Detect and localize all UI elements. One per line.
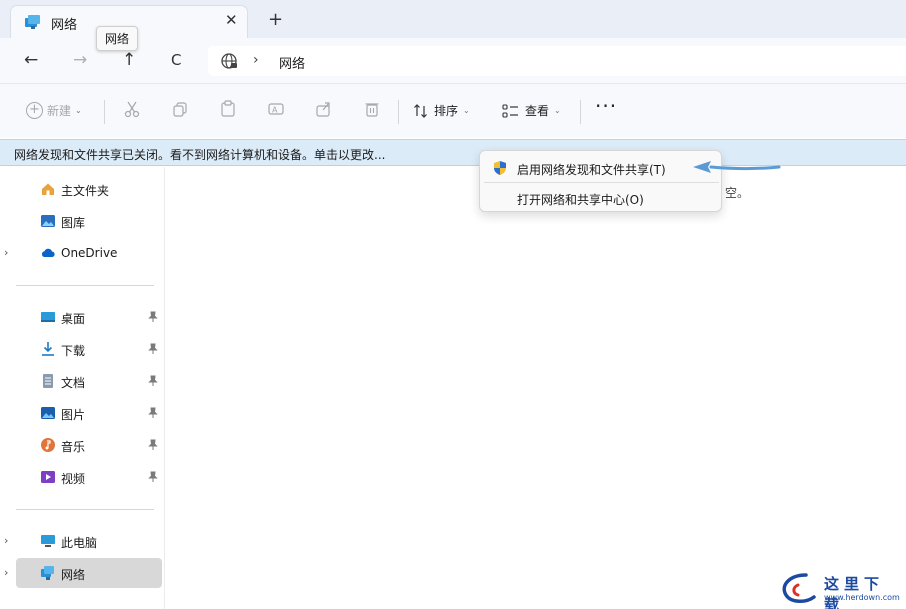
sidebar-item-label: 主文件夹 [61,184,110,198]
menu-divider [484,182,719,183]
menu-item-label: 启用网络发现和文件共享(T) [517,163,666,177]
sidebar-item-onedrive[interactable]: › OneDrive [4,238,162,268]
sidebar-item-gallery[interactable]: 图库 [16,206,162,236]
video-icon [41,471,55,483]
plus-icon: + [26,102,43,119]
pin-icon[interactable] [148,375,158,387]
shield-icon [494,161,506,175]
sidebar-item-videos[interactable]: 视频 [16,462,162,492]
empty-folder-text: 空。 [725,186,750,200]
new-tab-button[interactable]: + [268,9,283,30]
chevron-right-icon[interactable]: › [4,534,8,547]
infobar-message: 网络发现和文件共享已关闭。看不到网络计算机和设备。单击以更改... [14,148,386,162]
sidebar-item-label: 网络 [61,568,86,582]
tab-tooltip: 网络 [96,26,139,51]
menu-item-enable-network-discovery[interactable]: 启用网络发现和文件共享(T) [484,155,719,181]
sidebar-item-label: 此电脑 [61,536,98,550]
watermark-logo: 这里下载 www.herdown.com [776,571,902,609]
view-button[interactable]: 查看 ⌄ [502,102,561,119]
sort-icon [414,103,427,118]
cloud-icon [41,248,55,257]
view-icon [502,103,518,118]
sidebar-item-pictures[interactable]: 图片 [16,398,162,428]
sidebar-item-home[interactable]: 主文件夹 [16,174,162,204]
sidebar-item-documents[interactable]: 文档 [16,366,162,396]
copy-icon[interactable] [171,100,189,118]
menu-item-label: 打开网络和共享中心(O) [517,193,644,207]
sidebar-item-label: 下载 [61,344,86,358]
sidebar-item-label: 视频 [61,472,86,486]
sidebar-item-label: 图库 [61,216,86,230]
toolbar-divider [398,100,399,124]
breadcrumb-network[interactable]: 网络 [279,53,305,72]
computer-icon [41,535,55,547]
toolbar-divider [104,100,105,124]
annotation-arrow [693,161,781,173]
rename-icon[interactable]: A [267,100,285,118]
more-options-button[interactable]: ··· [595,94,617,118]
close-tab-button[interactable]: ✕ [225,11,238,29]
network-icon [25,15,40,29]
forward-button[interactable]: → [73,50,87,70]
pin-icon[interactable] [148,471,158,483]
infobar-context-menu: 启用网络发现和文件共享(T) 打开网络和共享中心(O) [479,150,722,212]
sidebar-item-label: 图片 [61,408,86,422]
paste-icon[interactable] [219,100,237,118]
toolbar-divider [580,100,581,124]
chevron-right-icon[interactable]: › [4,246,8,259]
up-button[interactable]: ↑ [122,50,136,70]
watermark-title: 这里下载 [824,575,885,609]
sidebar-item-label: 文档 [61,376,86,390]
sidebar-item-this-pc[interactable]: › 此电脑 [4,526,162,556]
view-button-label: 查看 [525,104,550,118]
tab-title: 网络 [51,18,78,33]
music-icon [41,438,55,452]
sort-button[interactable]: 排序 ⌄ [413,102,470,119]
pin-icon[interactable] [148,407,158,419]
home-icon [42,183,54,195]
command-toolbar: + 新建 ⌄ A 排序 ⌄ 查看 ⌄ ··· [0,84,906,138]
pin-icon[interactable] [148,311,158,323]
pin-icon[interactable] [148,343,158,355]
sidebar-item-label: 桌面 [61,312,86,326]
download-icon [42,342,54,356]
new-button-label: 新建 [47,104,72,118]
gallery-icon [41,215,55,227]
menu-item-open-sharing-center[interactable]: 打开网络和共享中心(O) [484,185,719,211]
sidebar-item-music[interactable]: 音乐 [16,430,162,460]
share-icon[interactable] [315,100,333,118]
cut-icon[interactable] [123,100,141,118]
sort-button-label: 排序 [434,104,459,118]
document-icon [43,374,53,388]
chevron-down-icon: ⌄ [554,106,561,115]
pin-icon[interactable] [148,439,158,451]
back-button[interactable]: ← [24,50,38,70]
sidebar-item-downloads[interactable]: 下载 [16,334,162,364]
refresh-button[interactable]: C [171,51,181,69]
sidebar-item-desktop[interactable]: 桌面 [16,302,162,332]
chevron-right-icon[interactable]: › [4,566,8,579]
sidebar-divider [16,509,154,510]
network-icon [41,566,54,580]
address-bar[interactable]: › 网络 [208,46,906,76]
navigation-pane: 主文件夹 图库 › OneDrive 桌面 下载 文档 图片 音乐 视频 › 此… [0,167,165,609]
chevron-down-icon: ⌄ [75,106,82,115]
new-button[interactable]: + 新建 ⌄ [26,102,82,119]
globe-icon [221,53,237,69]
watermark-url: www.herdown.com [824,593,900,602]
sidebar-item-label: 音乐 [61,440,86,454]
delete-icon[interactable] [363,100,381,118]
watermark-swoosh-icon [782,573,816,603]
pictures-icon [41,407,55,419]
desktop-icon [41,312,55,322]
sidebar-divider [16,285,154,286]
svg-text:A: A [272,106,278,115]
sidebar-item-label: OneDrive [61,246,118,260]
sidebar-item-network[interactable]: › 网络 [4,558,162,588]
chevron-right-icon: › [253,52,259,68]
chevron-down-icon: ⌄ [463,106,470,115]
